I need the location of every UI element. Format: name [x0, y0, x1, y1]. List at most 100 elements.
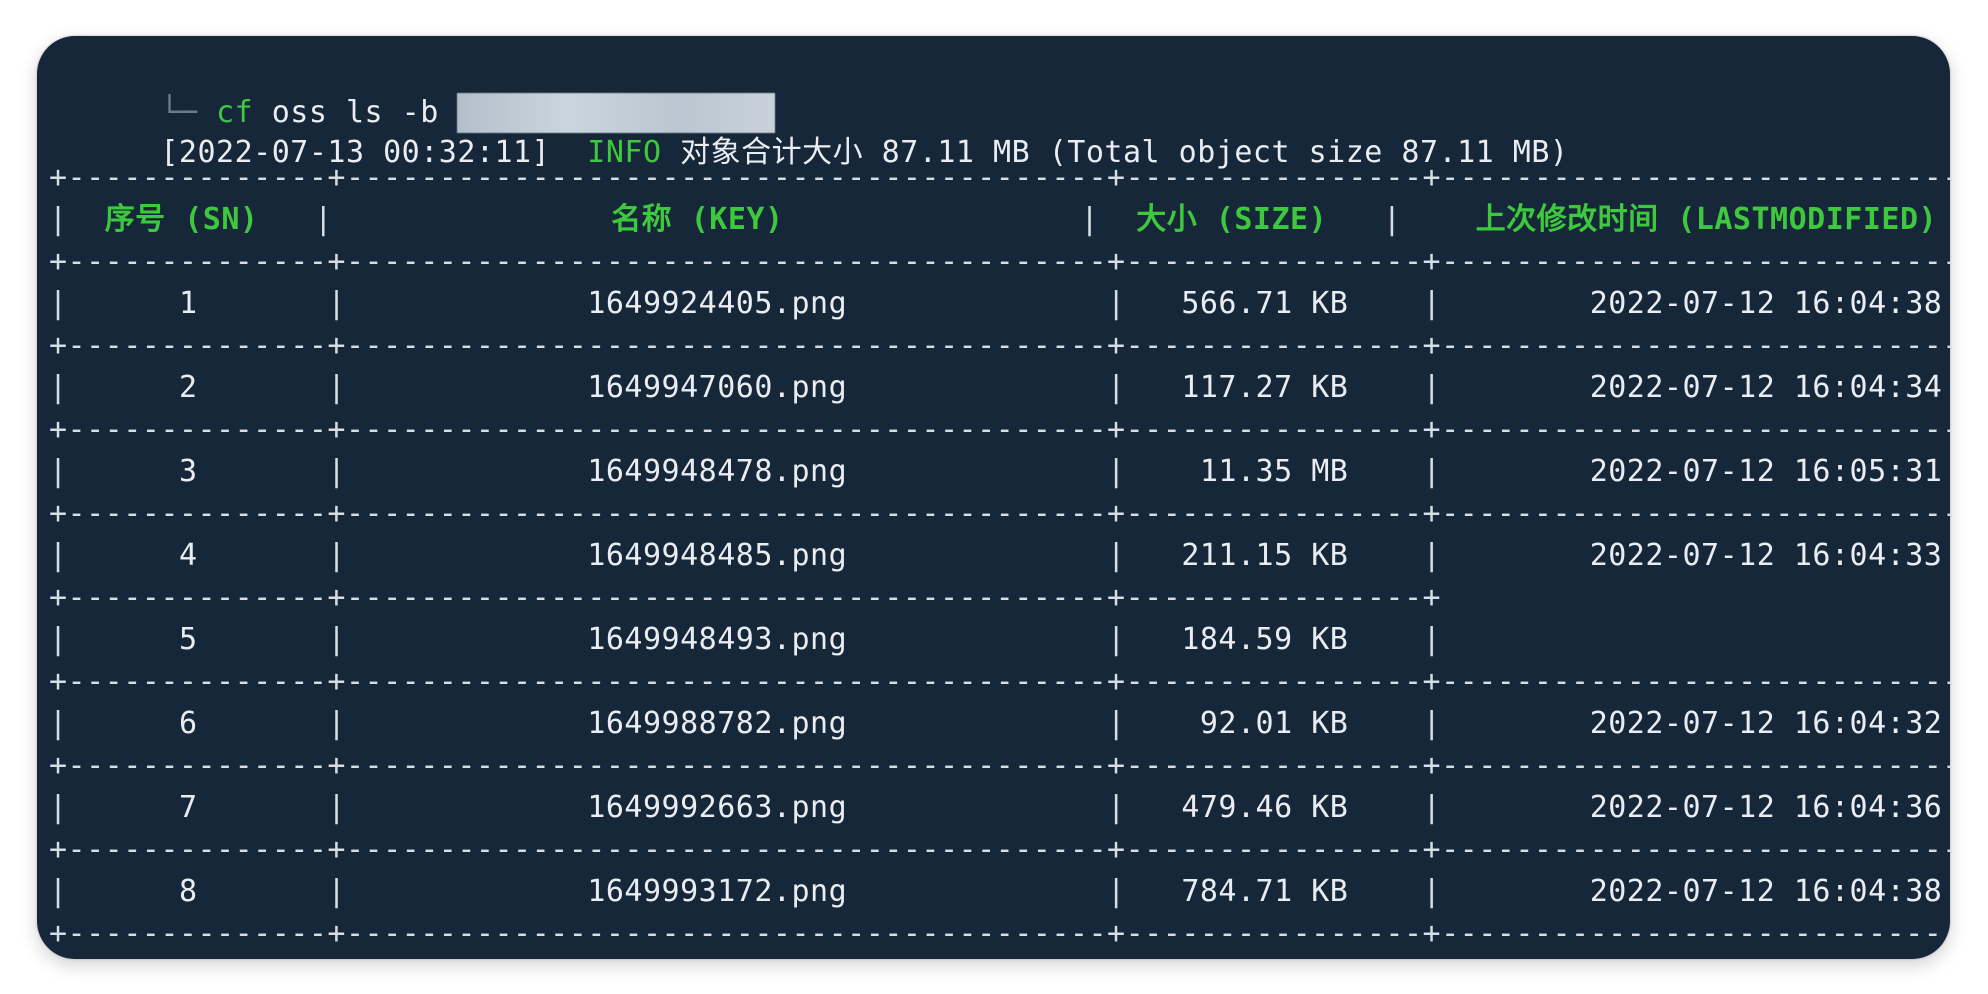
table-cell-divider: |: [49, 958, 68, 959]
table-row: | 6 | 1649988782.png | 92.01 KB | 2022-0…: [49, 704, 1950, 744]
cell-padding: [1441, 706, 1590, 741]
table-cell-divider: |: [1107, 958, 1126, 959]
cell-key: 1649948493.png: [587, 622, 848, 657]
cell-key: 1649988782.png: [587, 706, 848, 741]
cell-sn: 9: [179, 958, 198, 959]
cell-sn: 2: [178, 370, 198, 405]
table-cell-divider: |: [1422, 790, 1442, 825]
cell-padding: [1099, 202, 1136, 237]
table-cell-divider: |: [1107, 286, 1126, 321]
table-cell-divider: |: [1107, 706, 1126, 741]
table-row: | 2 | 1649947060.png | 117.27 KB | 2022-…: [49, 368, 1950, 408]
cell-padding: [1126, 454, 1200, 489]
table-cell-divider: |: [1107, 370, 1126, 405]
cell-padding: [198, 958, 328, 959]
cell-padding: [346, 790, 587, 825]
cell-padding: [847, 286, 1107, 321]
cell-padding: [1126, 370, 1182, 405]
table-row: | 7 | 1649992663.png | 479.46 KB | 2022-…: [49, 788, 1950, 828]
cell-padding: [1441, 958, 1590, 959]
cell-padding: [346, 286, 587, 321]
cell-size: 11.35 MB: [1199, 454, 1349, 489]
table-border: +--------------+------------------------…: [49, 664, 1950, 699]
cell-padding: [847, 538, 1107, 573]
table-border: +--------------+------------------------…: [49, 412, 1950, 447]
terminal-window[interactable]: └─ cf oss ls -b [2022-07-13 00:32:11] IN…: [37, 36, 1950, 959]
cell-padding: [1348, 286, 1422, 321]
table-border-line: +--------------+------------------------…: [49, 746, 1950, 786]
table-cell-divider: |: [1080, 202, 1100, 237]
cell-padding: [1757, 622, 1950, 657]
table-cell-divider: |: [1423, 958, 1442, 959]
table-border-line: +--------------+------------------------…: [49, 242, 1950, 282]
cell-padding: [1441, 622, 1757, 657]
table-cell-divider: |: [1382, 202, 1402, 237]
table-cell-divider: |: [49, 790, 68, 825]
cell-key: 1649947060.png: [587, 370, 848, 405]
table-cell-divider: |: [327, 790, 346, 825]
cell-padding: [346, 958, 587, 959]
cell-lastmodified: 2022-07-12 16:04:32: [1589, 706, 1943, 741]
cell-size: 566.71 KB: [1181, 286, 1349, 321]
table-row: | 3 | 1649948478.png | 11.35 MB | 2022-0…: [49, 452, 1950, 492]
cell-padding: [68, 874, 179, 909]
cell-padding: [1126, 874, 1182, 909]
cell-padding: [1126, 958, 1182, 959]
cell-padding: [1348, 622, 1422, 657]
cell-padding: [1401, 202, 1475, 237]
cell-padding: [847, 454, 1107, 489]
cell-padding: [1348, 370, 1422, 405]
cell-padding: [1942, 958, 1950, 959]
cell-size: 184.59 KB: [1181, 622, 1349, 657]
cell-sn: 4: [178, 538, 198, 573]
table-cell-divider: |: [327, 874, 346, 909]
cell-padding: [1441, 538, 1590, 573]
table-cell-divider: |: [1422, 454, 1442, 489]
table-border-line: +--------------+------------------------…: [49, 578, 1950, 618]
table-border: +--------------+------------------------…: [49, 244, 1950, 279]
cell-padding: [1348, 538, 1422, 573]
cell-size: 117.27 KB: [1181, 370, 1349, 405]
cell-padding: [1126, 790, 1182, 825]
cell-padding: [68, 706, 179, 741]
cell-padding: [1441, 370, 1590, 405]
cell-lastmodified: 2022-07-12 16:04:31: [1590, 958, 1943, 959]
column-header: 上次修改时间 (LASTMODIFIED): [1475, 202, 1938, 237]
cell-padding: [847, 874, 1107, 909]
table-cell-divider: |: [1422, 874, 1442, 909]
cell-lastmodified: 2022-07-12 16:05:31: [1589, 454, 1943, 489]
cell-size: 479.46 KB: [1181, 790, 1349, 825]
table-border-line: +--------------+------------------------…: [49, 914, 1950, 954]
cell-padding: [346, 370, 587, 405]
cell-size: 211.15 KB: [1181, 538, 1349, 573]
table-cell-divider: |: [49, 706, 68, 741]
cell-padding: [1348, 958, 1422, 959]
table-border-line: +--------------+------------------------…: [49, 830, 1950, 870]
cell-padding: [346, 622, 587, 657]
table-border-line: +--------------+------------------------…: [49, 662, 1950, 702]
cell-padding: [198, 790, 328, 825]
cell-padding: [847, 622, 1107, 657]
cell-padding: [1441, 286, 1590, 321]
cell-padding: [1327, 202, 1383, 237]
cell-padding: [784, 202, 1081, 237]
table-border: +--------------+------------------------…: [49, 748, 1950, 783]
table-cell-divider: |: [327, 538, 346, 573]
column-header: 序号 (SN): [104, 202, 259, 237]
table-cell-divider: |: [327, 454, 346, 489]
table-border: +--------------+------------------------…: [49, 328, 1950, 363]
cell-lastmodified: 2022-07-12 16:04:36: [1589, 790, 1943, 825]
table-cell-divider: |: [1107, 622, 1126, 657]
table-row: | 5 | 1649948493.png | 184.59 KB | |: [49, 620, 1950, 660]
cell-padding: [847, 370, 1107, 405]
cell-padding: [198, 706, 328, 741]
table-cell-divider: |: [1107, 874, 1126, 909]
cell-padding: [68, 538, 179, 573]
cell-padding: [68, 958, 179, 959]
table-cell-divider: |: [49, 454, 68, 489]
cell-padding: [346, 538, 587, 573]
table-row: | 1 | 1649924405.png | 566.71 KB | 2022-…: [49, 284, 1950, 324]
cell-padding: [1126, 286, 1182, 321]
table-cell-divider: |: [49, 370, 68, 405]
table-cell-divider: |: [49, 874, 68, 909]
